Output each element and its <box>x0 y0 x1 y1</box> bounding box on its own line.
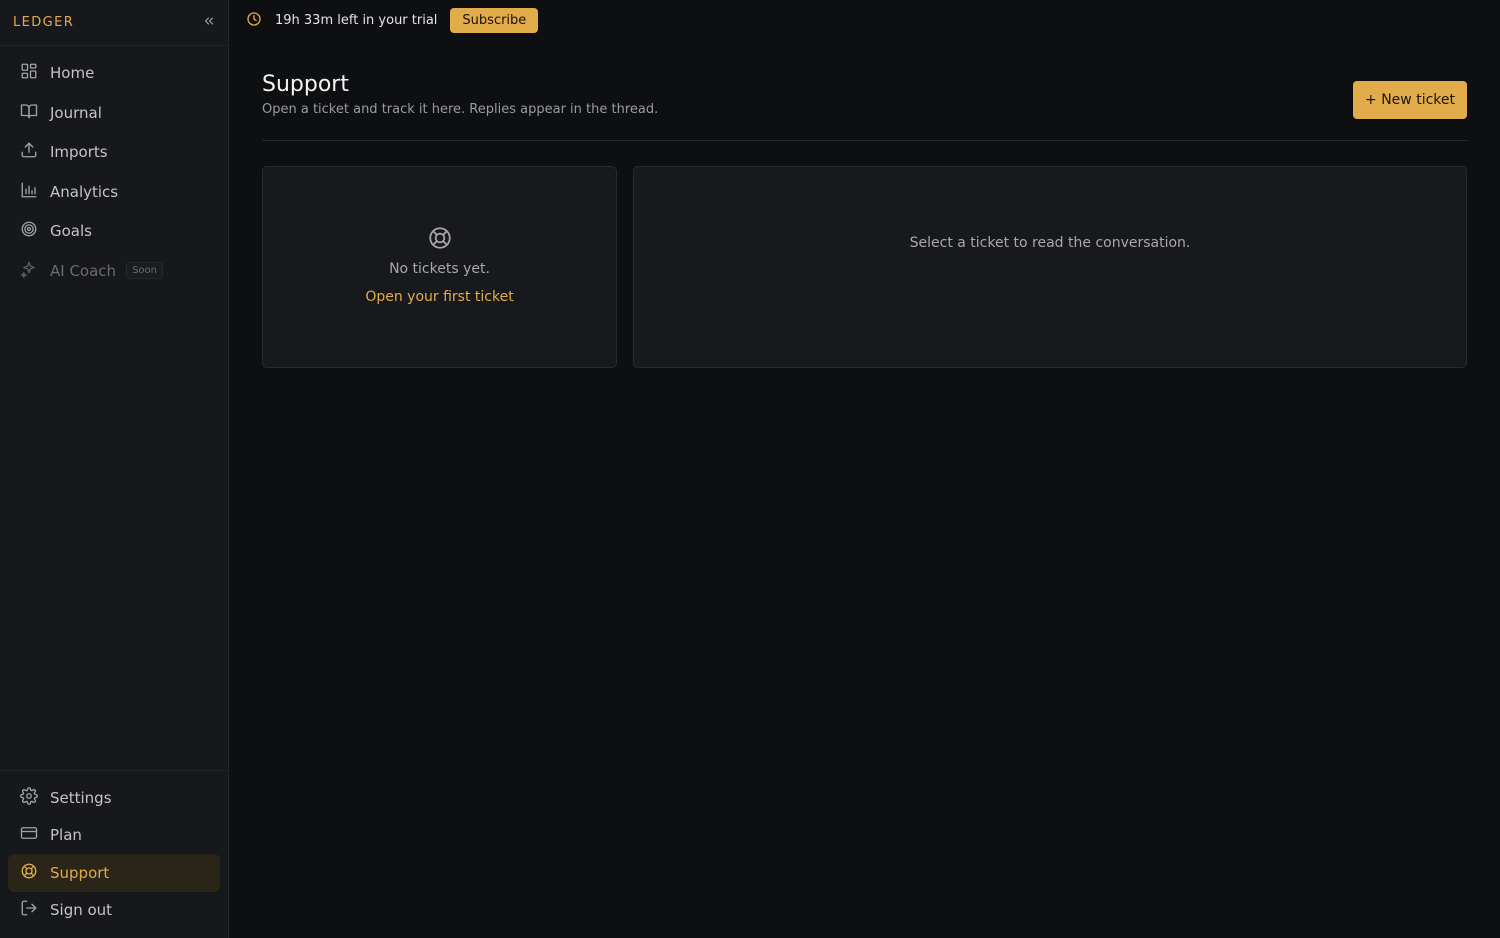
ticket-list-panel: No tickets yet. Open your first ticket <box>262 166 617 368</box>
sidebar: LEDGER Home Journal Imports Analytics Go… <box>0 0 229 938</box>
sparkle-icon <box>20 260 38 282</box>
soon-badge: Soon <box>126 262 163 280</box>
page-title: Support <box>262 72 349 97</box>
sidebar-item-support[interactable]: Support <box>8 854 220 892</box>
sidebar-item-ai-coach: AI Coach Soon <box>8 252 220 290</box>
sidebar-item-label: Imports <box>50 143 108 162</box>
sidebar-item-label: Settings <box>50 788 112 807</box>
conversation-placeholder: Select a ticket to read the conversation… <box>909 235 1191 251</box>
sidebar-item-journal[interactable]: Journal <box>8 94 220 132</box>
clock-icon <box>246 11 262 31</box>
sidebar-header: LEDGER <box>0 0 228 46</box>
open-first-ticket-link[interactable]: Open your first ticket <box>365 289 513 305</box>
sidebar-item-label: Support <box>50 863 110 882</box>
sidebar-item-imports[interactable]: Imports <box>8 133 220 171</box>
sidebar-item-label: AI Coach <box>50 261 117 280</box>
empty-state: No tickets yet. Open your first ticket <box>263 225 616 305</box>
gear-icon <box>20 786 38 809</box>
sidebar-item-label: Analytics <box>50 182 119 201</box>
sidebar-item-label: Journal <box>50 103 102 122</box>
chevrons-left-icon[interactable] <box>202 14 216 31</box>
sidebar-footer: Settings Plan Support Sign out <box>0 770 228 938</box>
upload-icon <box>20 141 38 163</box>
sidebar-item-analytics[interactable]: Analytics <box>8 173 220 211</box>
sidebar-item-label: Home <box>50 64 95 82</box>
target-icon <box>20 220 38 242</box>
credit-card-icon <box>20 824 38 846</box>
trial-banner: 19h 33m left in your trial Subscribe <box>230 0 1500 41</box>
sidebar-item-label: Sign out <box>50 901 113 920</box>
book-icon <box>20 102 38 124</box>
new-ticket-button[interactable]: + New ticket <box>1353 81 1467 119</box>
lifebuoy-icon <box>427 225 453 255</box>
sidebar-item-sign-out[interactable]: Sign out <box>8 892 220 930</box>
subscribe-button[interactable]: Subscribe <box>450 8 539 33</box>
conversation-panel: Select a ticket to read the conversation… <box>633 166 1467 368</box>
lifebuoy-icon <box>20 862 38 884</box>
empty-message: No tickets yet. <box>389 261 490 277</box>
page-subtitle: Open a ticket and track it here. Replies… <box>262 102 659 117</box>
sidebar-nav: Home Journal Imports Analytics Goals AI … <box>8 54 220 292</box>
header-divider <box>262 140 1467 141</box>
sidebar-item-goals[interactable]: Goals <box>8 212 220 250</box>
sidebar-bottom-nav: Settings Plan Support Sign out <box>8 779 220 929</box>
sidebar-item-plan[interactable]: Plan <box>8 817 220 855</box>
sidebar-item-label: Plan <box>50 826 82 845</box>
brand-logo: LEDGER <box>13 15 75 30</box>
sidebar-item-settings[interactable]: Settings <box>8 779 220 817</box>
bar-chart-icon <box>20 181 38 203</box>
trial-countdown: 19h 33m left in your trial <box>275 13 438 28</box>
logout-icon <box>20 899 38 921</box>
sidebar-item-home[interactable]: Home <box>8 54 220 92</box>
sidebar-item-label: Goals <box>50 222 92 241</box>
grid-icon <box>20 62 38 84</box>
